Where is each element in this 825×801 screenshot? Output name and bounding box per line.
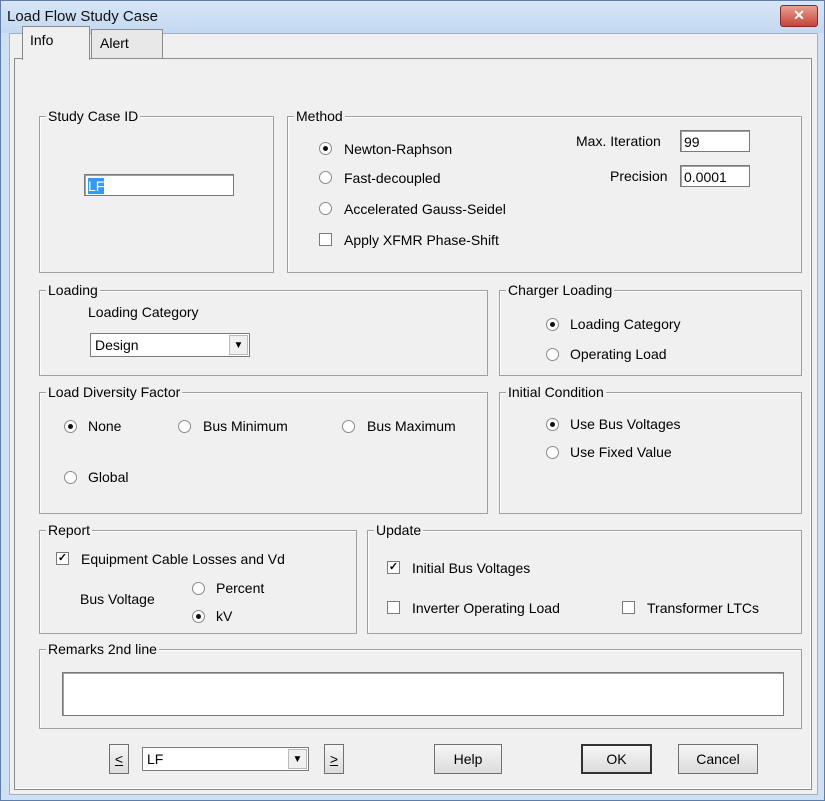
update-group: Update ✓ Initial Bus Voltages Inverter O… (367, 522, 802, 634)
update-legend: Update (374, 522, 424, 538)
tab-alert[interactable]: Alert (91, 29, 163, 58)
ok-label: OK (606, 751, 627, 767)
charger-loading-category-label: Loading Category (570, 316, 681, 332)
loading-group: Loading Loading Category Design ▼ (39, 282, 488, 376)
diversity-bus-maximum-label: Bus Maximum (367, 418, 456, 434)
diversity-bus-minimum-radio[interactable] (178, 420, 191, 433)
info-page: Study Case ID LF Method Newton-Raphson F… (14, 58, 812, 790)
help-label: Help (453, 751, 483, 767)
chevron-down-icon: ▼ (288, 749, 307, 769)
report-group: Report ✓ Equipment Cable Losses and Vd B… (39, 522, 357, 634)
bus-voltage-percent-label: Percent (216, 580, 265, 596)
load-diversity-legend: Load Diversity Factor (46, 384, 183, 400)
diversity-bus-maximum-radio[interactable] (342, 420, 355, 433)
fast-decoupled-radio[interactable] (319, 171, 332, 184)
remarks-input[interactable] (62, 672, 784, 716)
charger-loading-group: Charger Loading Loading Category Operati… (499, 282, 802, 376)
next-case-button[interactable]: > (324, 744, 344, 774)
loading-category-label: Loading Category (88, 304, 199, 320)
max-iteration-label: Max. Iteration (576, 133, 661, 149)
transformer-ltcs-label: Transformer LTCs (647, 600, 760, 616)
tab-alert-label: Alert (100, 35, 129, 51)
inverter-operating-load-checkbox[interactable] (387, 601, 400, 614)
remarks-group: Remarks 2nd line (39, 641, 802, 729)
precision-label: Precision (610, 168, 668, 184)
close-button[interactable]: ✕ (780, 5, 818, 27)
diversity-none-label: None (88, 418, 122, 434)
loading-category-value: Design (95, 337, 139, 353)
fast-decoupled-label: Fast-decoupled (344, 170, 441, 186)
method-legend: Method (294, 108, 345, 124)
report-legend: Report (46, 522, 93, 538)
inverter-operating-load-label: Inverter Operating Load (412, 600, 560, 616)
method-group: Method Newton-Raphson Fast-decoupled Acc… (287, 108, 802, 273)
loading-category-select[interactable]: Design ▼ (90, 333, 250, 357)
tab-info[interactable]: Info (22, 26, 90, 60)
previous-case-button[interactable]: < (109, 744, 129, 774)
case-select-value: LF (147, 751, 164, 767)
initial-condition-group: Initial Condition Use Bus Voltages Use F… (499, 384, 802, 514)
diversity-none-radio[interactable] (64, 420, 77, 433)
close-icon: ✕ (793, 7, 805, 23)
newton-raphson-label: Newton-Raphson (344, 141, 453, 157)
initial-condition-legend: Initial Condition (506, 384, 606, 400)
apply-xfmr-label: Apply XFMR Phase-Shift (344, 232, 499, 248)
use-bus-voltages-label: Use Bus Voltages (570, 416, 681, 432)
initial-bus-voltages-label: Initial Bus Voltages (412, 560, 531, 576)
cancel-button[interactable]: Cancel (678, 744, 758, 774)
use-fixed-value-radio[interactable] (546, 446, 559, 459)
max-iteration-input[interactable]: 99 (680, 130, 750, 152)
study-case-id-value: LF (88, 178, 105, 194)
charger-operating-load-radio[interactable] (546, 348, 559, 361)
initial-bus-voltages-checkbox[interactable]: ✓ (387, 561, 400, 574)
equipment-cable-losses-checkbox[interactable]: ✓ (56, 552, 69, 565)
case-select[interactable]: LF ▼ (142, 747, 309, 771)
charger-operating-load-label: Operating Load (570, 346, 667, 362)
study-case-group: Study Case ID LF (39, 108, 274, 273)
diversity-bus-minimum-label: Bus Minimum (203, 418, 288, 434)
newton-raphson-radio[interactable] (319, 142, 332, 155)
dialog-window: Load Flow Study Case ✕ Info Alert Study … (0, 0, 825, 801)
apply-xfmr-checkbox[interactable] (319, 233, 332, 246)
bus-voltage-label: Bus Voltage (80, 591, 155, 607)
ok-button[interactable]: OK (581, 744, 652, 774)
equipment-cable-losses-label: Equipment Cable Losses and Vd (81, 551, 285, 567)
diversity-global-radio[interactable] (64, 471, 77, 484)
use-bus-voltages-radio[interactable] (546, 418, 559, 431)
chevron-down-icon: ▼ (229, 335, 248, 355)
diversity-global-label: Global (88, 469, 129, 485)
cancel-label: Cancel (696, 751, 740, 767)
charger-loading-legend: Charger Loading (506, 282, 615, 298)
help-button[interactable]: Help (434, 744, 502, 774)
tab-info-label: Info (30, 32, 54, 48)
bus-voltage-percent-radio[interactable] (192, 582, 205, 595)
load-diversity-group: Load Diversity Factor None Bus Minimum B… (39, 384, 488, 514)
next-case-label: > (329, 751, 339, 767)
study-case-legend: Study Case ID (46, 108, 141, 124)
accelerated-gauss-seidel-radio[interactable] (319, 202, 332, 215)
loading-legend: Loading (46, 282, 100, 298)
transformer-ltcs-checkbox[interactable] (622, 601, 635, 614)
charger-loading-category-radio[interactable] (546, 318, 559, 331)
window-title: Load Flow Study Case (7, 8, 158, 25)
precision-input[interactable]: 0.0001 (680, 165, 750, 187)
use-fixed-value-label: Use Fixed Value (570, 444, 672, 460)
bus-voltage-kv-label: kV (216, 608, 233, 624)
bus-voltage-kv-radio[interactable] (192, 610, 205, 623)
previous-case-label: < (114, 751, 124, 767)
study-case-id-input[interactable]: LF (84, 174, 234, 196)
accelerated-gauss-seidel-label: Accelerated Gauss-Seidel (344, 201, 506, 217)
remarks-legend: Remarks 2nd line (46, 641, 159, 657)
